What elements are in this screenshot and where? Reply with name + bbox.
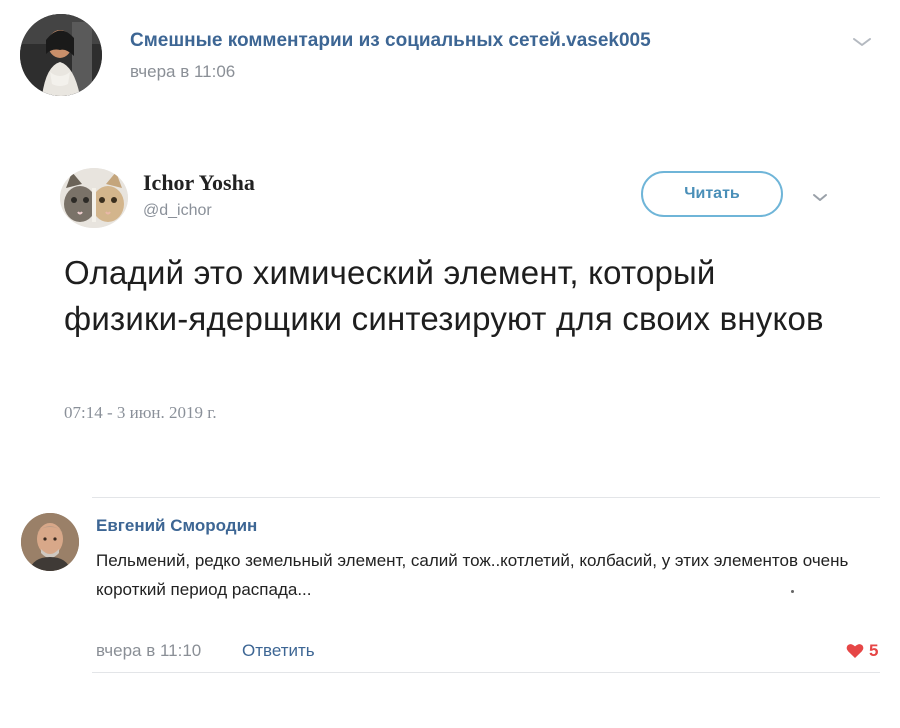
comment-timestamp[interactable]: вчера в 11:10 (96, 641, 201, 661)
post-header: Смешные комментарии из социальных сетей.… (0, 0, 900, 110)
tweet-author-handle[interactable]: @d_ichor (143, 202, 212, 220)
tweet-text: Оладий это химический элемент, который ф… (64, 254, 824, 337)
post-timestamp[interactable]: вчера в 11:06 (130, 62, 235, 82)
group-avatar-image (20, 14, 102, 96)
like-button[interactable]: 5 (846, 640, 878, 662)
group-name-link[interactable]: Смешные комментарии из социальных сетей.… (130, 30, 651, 52)
comment-divider-bottom (92, 672, 880, 673)
like-count: 5 (869, 641, 879, 660)
comment-author-name[interactable]: Евгений Смородин (96, 516, 257, 536)
post-menu-chevron-icon[interactable] (850, 30, 874, 54)
decorative-dot (791, 590, 794, 593)
tweet-author-name[interactable]: Ichor Yosha (143, 170, 255, 196)
tweet-menu-chevron-icon[interactable] (808, 186, 832, 210)
comment-text: Пельмений, редко земельный элемент, сали… (96, 551, 849, 599)
tweet-author-avatar[interactable] (60, 168, 128, 228)
heart-icon (846, 644, 864, 658)
comment-divider-top (92, 497, 880, 498)
commenter-avatar[interactable] (21, 513, 79, 571)
group-avatar[interactable] (20, 14, 102, 96)
tweet-date[interactable]: 07:14 - 3 июн. 2019 г. (64, 403, 217, 423)
follow-button[interactable]: Читать (641, 171, 783, 217)
reply-button[interactable]: Ответить (242, 641, 315, 661)
cat-avatar-image (60, 168, 128, 228)
commenter-avatar-image (21, 513, 79, 571)
